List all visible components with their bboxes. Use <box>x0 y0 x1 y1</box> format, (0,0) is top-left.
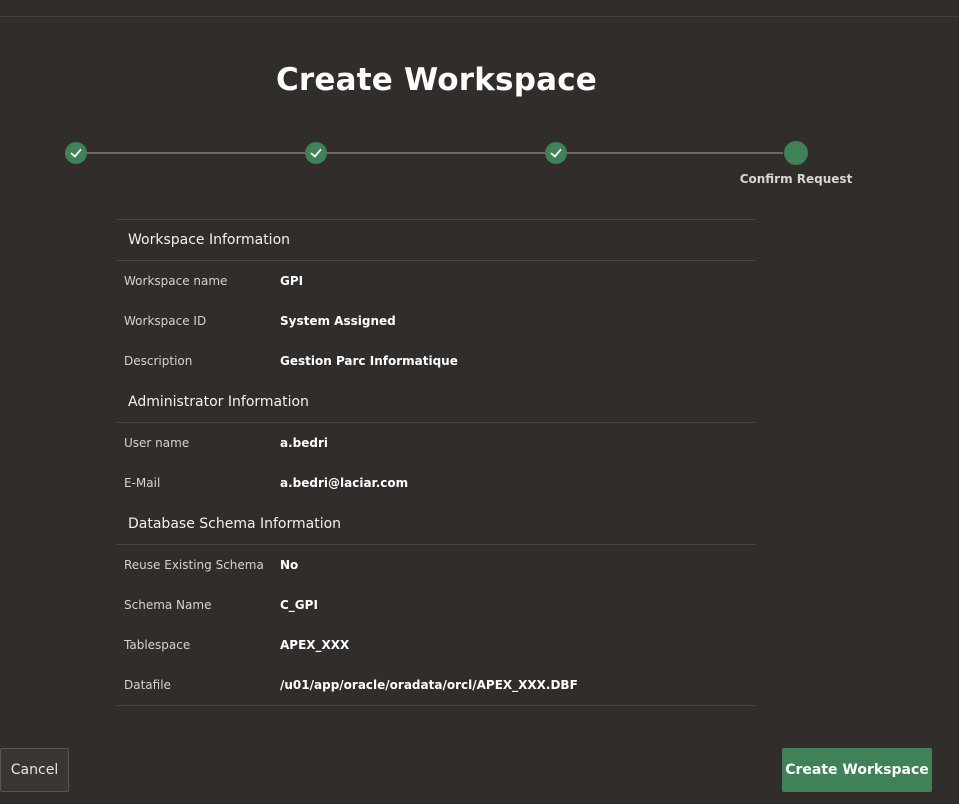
summary-panel: Workspace Information Workspace name GPI… <box>116 219 756 706</box>
detail-row: Description Gestion Parc Informatique <box>116 341 756 381</box>
wizard-connector <box>327 152 545 154</box>
wizard-step-1 <box>65 142 87 164</box>
detail-row: Schema Name C_GPI <box>116 585 756 625</box>
row-value: APEX_XXX <box>280 638 350 652</box>
admin-info-section: Administrator Information User name a.be… <box>116 381 756 503</box>
row-value: System Assigned <box>280 314 396 328</box>
detail-row: Datafile /u01/app/oracle/oradata/orcl/AP… <box>116 665 756 705</box>
row-label: Workspace ID <box>124 314 207 328</box>
row-label: Schema Name <box>124 598 212 612</box>
section-header: Workspace Information <box>116 219 756 261</box>
wizard-connector <box>87 152 305 154</box>
row-value: a.bedri@laciar.com <box>280 476 409 490</box>
panel-bottom-divider <box>116 705 756 706</box>
wizard-connector <box>567 152 783 154</box>
wizard-progress: Confirm Request <box>0 0 959 200</box>
row-label: Tablespace <box>124 638 191 652</box>
section-header: Database Schema Information <box>116 503 756 545</box>
detail-row: Workspace name GPI <box>116 261 756 301</box>
schema-info-section: Database Schema Information Reuse Existi… <box>116 503 756 705</box>
check-icon <box>70 148 82 158</box>
create-workspace-button[interactable]: Create Workspace <box>782 748 932 792</box>
detail-row: E-Mail a.bedri@laciar.com <box>116 463 756 503</box>
detail-row: Reuse Existing Schema No <box>116 545 756 585</box>
wizard-step-3 <box>545 142 567 164</box>
row-label: Datafile <box>124 678 171 692</box>
wizard-step-current <box>784 141 808 165</box>
workspace-info-section: Workspace Information Workspace name GPI… <box>116 219 756 381</box>
row-label: E-Mail <box>124 476 161 490</box>
detail-row: Workspace ID System Assigned <box>116 301 756 341</box>
cancel-button[interactable]: Cancel <box>0 748 69 792</box>
row-value: C_GPI <box>280 598 318 612</box>
row-value: Gestion Parc Informatique <box>280 354 458 368</box>
row-value: a.bedri <box>280 436 329 450</box>
wizard-step-2 <box>305 142 327 164</box>
check-icon <box>310 148 322 158</box>
create-workspace-page: Create Workspace Confirm Request Workspa… <box>0 0 959 804</box>
row-label: Workspace name <box>124 274 228 288</box>
check-icon <box>550 148 562 158</box>
row-label: Description <box>124 354 193 368</box>
row-label: User name <box>124 436 190 450</box>
row-value: No <box>280 558 299 572</box>
row-value: GPI <box>280 274 304 288</box>
row-value: /u01/app/oracle/oradata/orcl/APEX_XXX.DB… <box>280 678 578 692</box>
detail-row: User name a.bedri <box>116 423 756 463</box>
row-label: Reuse Existing Schema <box>124 558 264 572</box>
wizard-step-label: Confirm Request <box>739 172 853 186</box>
detail-row: Tablespace APEX_XXX <box>116 625 756 665</box>
section-header: Administrator Information <box>116 381 756 423</box>
